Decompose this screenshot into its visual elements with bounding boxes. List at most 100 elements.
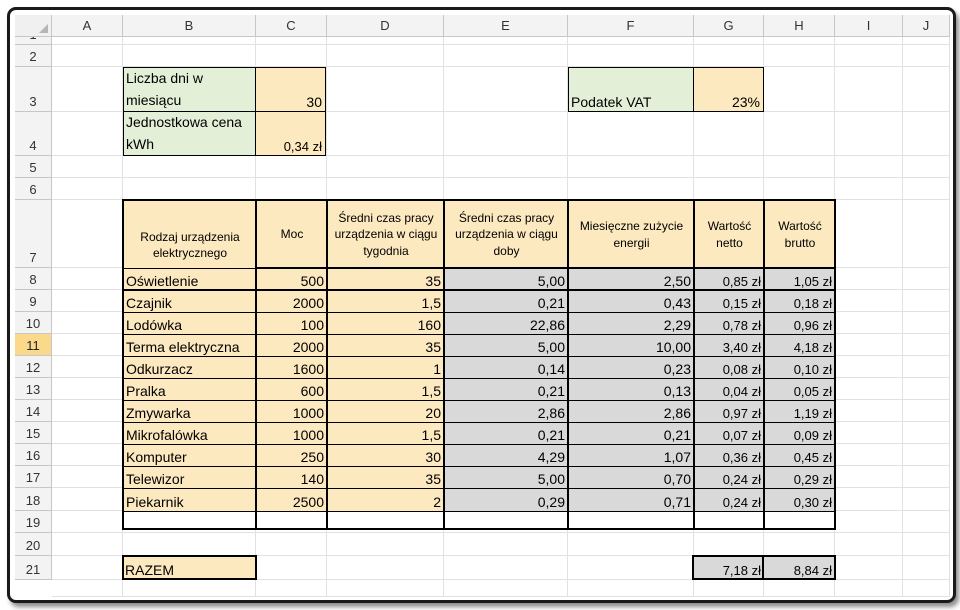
table-cell-netto-value[interactable]: 0,08 zł	[694, 356, 765, 379]
table-cell-device-type[interactable]: Czajnik	[123, 290, 257, 313]
table-cell-weekly-hours[interactable]: 35	[327, 466, 445, 489]
row-header-18[interactable]: 18	[15, 488, 52, 511]
table-cell-daily-hours[interactable]: 5,00	[444, 334, 569, 357]
table-cell-netto-value[interactable]: 0,24 zł	[694, 488, 765, 512]
table-cell-daily-hours[interactable]: 0,21	[444, 378, 569, 401]
header-netto-value-cell[interactable]: Wartość netto	[694, 200, 765, 269]
column-header-f[interactable]: F	[568, 15, 694, 37]
row-header-10[interactable]: 10	[15, 312, 52, 334]
table-cell-netto-value[interactable]: 0,24 zł	[694, 466, 765, 489]
table-cell-monthly-energy[interactable]: 0,21	[568, 422, 695, 445]
header-power-cell[interactable]: Moc	[256, 200, 328, 269]
row-header-21[interactable]: 21	[15, 556, 52, 580]
row-header-13[interactable]: 13	[15, 378, 52, 400]
row-header-6[interactable]: 6	[15, 178, 52, 200]
table-cell-device-type[interactable]: Telewizor	[123, 466, 257, 489]
total-label-cell[interactable]: RAZEM	[122, 555, 257, 580]
table-cell-monthly-energy[interactable]: 2,29	[568, 312, 695, 335]
table-cell-monthly-energy[interactable]: 2,50	[568, 268, 695, 291]
table-cell-power[interactable]: 2500	[256, 488, 328, 512]
table-cell-netto-value[interactable]: 0,97 zł	[694, 400, 765, 423]
table-cell-device-type[interactable]: Oświetlenie	[123, 268, 257, 291]
table-cell-daily-hours[interactable]: 5,00	[444, 268, 569, 291]
table-cell-power[interactable]: 100	[256, 312, 328, 335]
table-cell-monthly-energy[interactable]: 0,43	[568, 290, 695, 313]
table-cell-brutto-value[interactable]: 0,05 zł	[764, 378, 836, 401]
table-cell-brutto-value[interactable]: 0,18 zł	[764, 290, 836, 313]
row-header-8[interactable]: 8	[15, 268, 52, 290]
column-header-g[interactable]: G	[694, 15, 764, 37]
table-cell-brutto-value[interactable]: 1,05 zł	[764, 268, 836, 291]
table-cell-netto-value[interactable]: 0,85 zł	[694, 268, 765, 291]
row-header-9[interactable]: 9	[15, 290, 52, 312]
table-cell-netto-value[interactable]: 0,78 zł	[694, 312, 765, 335]
table-cell-brutto-value[interactable]: 0,30 zł	[764, 488, 836, 512]
table-cell-monthly-energy[interactable]: 0,13	[568, 378, 695, 401]
row-header-12[interactable]: 12	[15, 356, 52, 378]
table-cell-daily-hours[interactable]: 0,21	[444, 422, 569, 445]
column-header-h[interactable]: H	[764, 15, 835, 37]
table-cell-weekly-hours[interactable]: 160	[327, 312, 445, 335]
table-cell-monthly-energy[interactable]: 2,86	[568, 400, 695, 423]
table-cell-brutto-value[interactable]: 0,45 zł	[764, 444, 836, 467]
row-header-4[interactable]: 4	[15, 112, 52, 156]
row-header-16[interactable]: 16	[15, 444, 52, 466]
row-header-15[interactable]: 15	[15, 422, 52, 444]
row-header-5[interactable]: 5	[15, 156, 52, 178]
table-cell-daily-hours[interactable]: 4,29	[444, 444, 569, 467]
table-cell-device-type[interactable]: Pralka	[123, 378, 257, 401]
table-cell-device-type[interactable]: Mikrofalówka	[123, 422, 257, 445]
row-header-17[interactable]: 17	[15, 466, 52, 488]
table-cell-netto-value[interactable]: 3,40 zł	[694, 334, 765, 357]
table-cell-power[interactable]: 140	[256, 466, 328, 489]
row-header-20[interactable]: 20	[15, 533, 52, 556]
table-cell-power[interactable]: 1000	[256, 422, 328, 445]
column-header-a[interactable]: A	[52, 15, 123, 37]
table-cell-netto-value[interactable]: 0,04 zł	[694, 378, 765, 401]
table-cell-power[interactable]: 1600	[256, 356, 328, 379]
table-cell-weekly-hours[interactable]: 1,5	[327, 378, 445, 401]
table-cell-netto-value[interactable]: 0,07 zł	[694, 422, 765, 445]
table-cell-monthly-energy[interactable]: 0,70	[568, 466, 695, 489]
table-cell-device-type[interactable]: Odkurzacz	[123, 356, 257, 379]
spreadsheet-grid[interactable]: ABCDEFGHIJ123456789101112131415161718192…	[15, 15, 950, 597]
table-cell-daily-hours[interactable]: 0,21	[444, 290, 569, 313]
table-cell-monthly-energy[interactable]: 0,23	[568, 356, 695, 379]
table-cell-brutto-value[interactable]: 1,19 zł	[764, 400, 836, 423]
total-brutto-cell[interactable]: 8,84 zł	[762, 555, 836, 580]
table-cell-device-type[interactable]: Piekarnik	[123, 488, 257, 512]
table-cell-daily-hours[interactable]: 5,00	[444, 466, 569, 489]
row-header-11[interactable]: 11	[15, 334, 52, 356]
table-cell-weekly-hours[interactable]: 1	[327, 356, 445, 379]
table-cell-daily-hours[interactable]: 0,14	[444, 356, 569, 379]
table-cell-power[interactable]: 600	[256, 378, 328, 401]
column-header-i[interactable]: I	[835, 15, 903, 37]
table-cell-power[interactable]: 2000	[256, 290, 328, 313]
row-header-2[interactable]: 2	[15, 45, 52, 67]
column-header-j[interactable]: J	[903, 15, 950, 37]
row-header-14[interactable]: 14	[15, 400, 52, 422]
column-header-d[interactable]: D	[327, 15, 444, 37]
row-header-19[interactable]: 19	[15, 511, 52, 533]
table-cell-power[interactable]: 1000	[256, 400, 328, 423]
header-brutto-value-cell[interactable]: Wartość brutto	[764, 200, 836, 269]
table-cell-monthly-energy[interactable]: 0,71	[568, 488, 695, 512]
table-cell-brutto-value[interactable]: 0,09 zł	[764, 422, 836, 445]
table-cell-weekly-hours[interactable]: 35	[327, 334, 445, 357]
table-cell-monthly-energy[interactable]: 10,00	[568, 334, 695, 357]
table-cell-power[interactable]: 2000	[256, 334, 328, 357]
table-cell-device-type[interactable]: Zmywarka	[123, 400, 257, 423]
table-cell-device-type[interactable]: Komputer	[123, 444, 257, 467]
table-cell-device-type[interactable]: Terma elektryczna	[123, 334, 257, 357]
header-monthly-energy-cell[interactable]: Miesięczne zużycie energii	[568, 200, 695, 269]
column-header-b[interactable]: B	[123, 15, 256, 37]
column-header-e[interactable]: E	[444, 15, 568, 37]
price-value-cell[interactable]: 0,34 zł	[255, 111, 326, 156]
row-header-7[interactable]: 7	[15, 200, 52, 268]
table-cell-weekly-hours[interactable]: 20	[327, 400, 445, 423]
total-netto-cell[interactable]: 7,18 zł	[692, 555, 765, 580]
select-all-corner[interactable]	[15, 15, 52, 37]
header-daily-hours-cell[interactable]: Średni czas pracy urządzenia w ciągu dob…	[444, 200, 569, 269]
table-cell-brutto-value[interactable]: 4,18 zł	[764, 334, 836, 357]
table-cell-daily-hours[interactable]: 22,86	[444, 312, 569, 335]
